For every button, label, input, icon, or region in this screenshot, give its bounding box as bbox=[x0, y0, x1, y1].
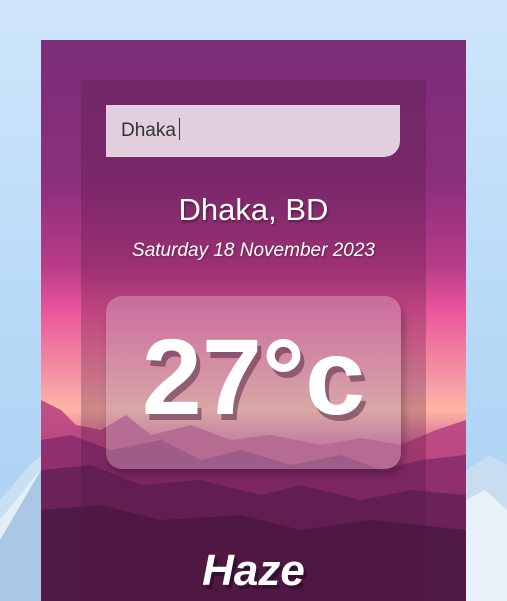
weather-panel: Dhaka, BD Saturday 18 November 2023 27°c… bbox=[81, 80, 426, 601]
temperature-value: 27°c bbox=[141, 316, 366, 437]
temperature-card: 27°c bbox=[106, 296, 401, 469]
weather-app: Dhaka, BD Saturday 18 November 2023 27°c… bbox=[41, 40, 466, 601]
city-search-input[interactable] bbox=[106, 105, 400, 157]
weather-condition: Haze bbox=[202, 546, 305, 595]
location-name: Dhaka, BD bbox=[178, 192, 329, 227]
text-cursor bbox=[179, 118, 180, 140]
current-date: Saturday 18 November 2023 bbox=[132, 240, 375, 261]
